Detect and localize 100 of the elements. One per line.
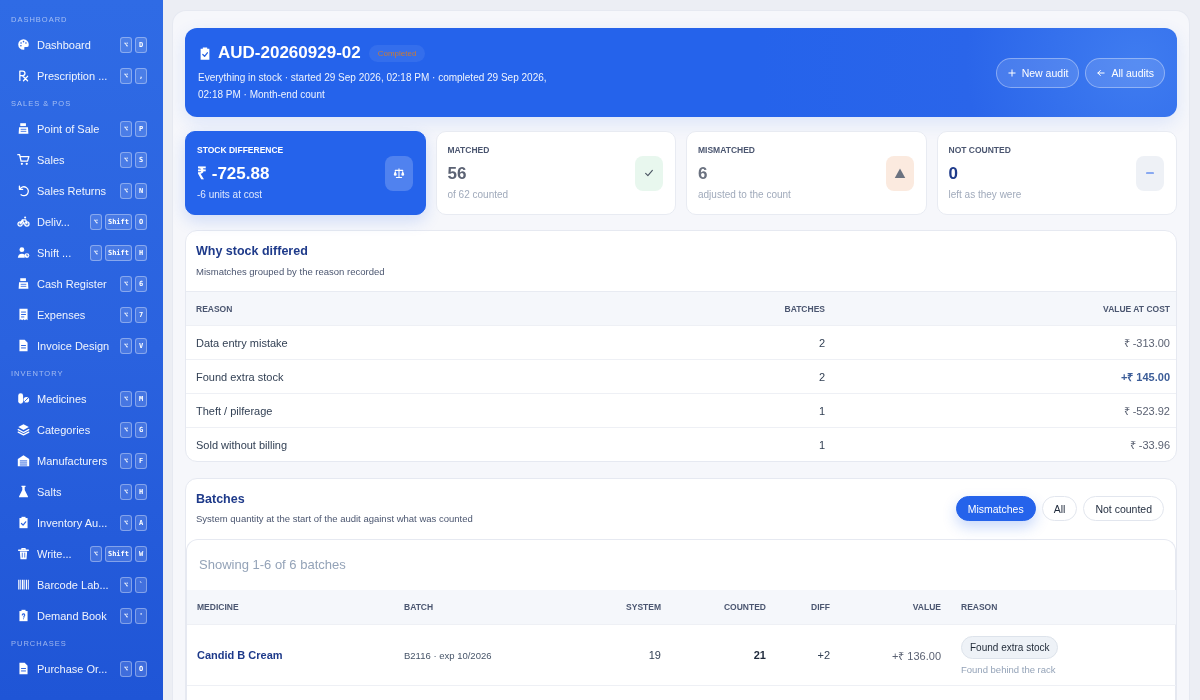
- table-cell: 1: [818, 438, 825, 451]
- check-icon: [635, 155, 663, 191]
- sidebar-item[interactable]: Expenses: [17, 308, 120, 321]
- new-audit-button[interactable]: New audit: [995, 57, 1080, 88]
- sidebar-item[interactable]: Deliv...: [17, 215, 90, 228]
- warehouse-icon: [17, 454, 30, 467]
- table-cell: +₹ 136.00: [891, 649, 941, 662]
- stat-value: ₹ -725.88: [197, 163, 271, 185]
- table-cell: +₹ 145.00: [1120, 371, 1170, 383]
- sidebar-item[interactable]: Write...: [17, 547, 90, 560]
- column-header: COUNTED: [723, 602, 766, 612]
- document-icon: [17, 662, 30, 675]
- sidebar-item[interactable]: Sales: [17, 153, 120, 166]
- user-clock-icon: [17, 246, 30, 259]
- column-header: MEDICINE: [197, 602, 239, 612]
- warning-icon: [885, 155, 914, 191]
- medicine-link[interactable]: Candid B Cream: [197, 649, 283, 661]
- column-header: DIFF: [811, 602, 830, 612]
- stat-value: 6: [698, 163, 709, 185]
- undo-icon: [17, 184, 30, 197]
- stat-note: -6 units at cost: [197, 188, 264, 202]
- cart-icon: [17, 153, 30, 166]
- table-cell: +2: [817, 649, 830, 661]
- card-title: Why stock differed: [196, 243, 309, 259]
- filter-tab[interactable]: Not counted: [1083, 496, 1164, 521]
- sidebar-item[interactable]: Cash Register: [17, 277, 120, 290]
- plus-icon: [1006, 67, 1017, 78]
- layers-icon: [17, 423, 30, 436]
- cash-register-icon: [17, 277, 30, 290]
- stat-label: MISMATCHED: [698, 144, 756, 156]
- filter-tab[interactable]: Mismatches: [955, 496, 1036, 521]
- sidebar-item[interactable]: Barcode Lab...: [17, 578, 120, 591]
- document-icon: [17, 339, 30, 352]
- stat-label: MATCHED: [447, 144, 491, 156]
- column-header: SYSTEM: [626, 602, 661, 612]
- stat-label: STOCK DIFFERENCE: [197, 144, 284, 156]
- table-cell: Theft / pilferage: [196, 404, 273, 417]
- table-cell: 1: [818, 404, 825, 417]
- clipboard-check-icon: [198, 44, 212, 62]
- sidebar-item[interactable]: Medicines: [17, 392, 120, 405]
- back-button[interactable]: All audits: [1085, 57, 1165, 88]
- sidebar-item[interactable]: Purchase Or...: [17, 662, 120, 675]
- sidebar-item[interactable]: Demand Book: [17, 609, 120, 622]
- column-header: VALUE AT COST: [1103, 303, 1170, 314]
- table-cell: 21: [753, 649, 766, 661]
- minus-icon: [1136, 155, 1164, 191]
- stat-value: 0: [948, 163, 959, 185]
- clipboard-check-icon: [17, 516, 30, 529]
- palette-icon: [17, 38, 30, 51]
- table-cell: Found extra stock: [196, 370, 284, 383]
- column-header: REASON: [196, 303, 233, 314]
- card-title: Batches: [196, 491, 246, 507]
- table-cell: ₹ -33.96: [1129, 439, 1170, 451]
- reason-tag: Found extra stock: [961, 635, 1059, 659]
- table-cell: 19: [648, 649, 661, 661]
- clipboard-icon: [17, 609, 30, 622]
- table-cell: 2: [818, 370, 825, 383]
- prescription-icon: [17, 69, 30, 82]
- table-cell: ₹ -523.92: [1123, 405, 1170, 417]
- stat-note: left as they were: [948, 188, 1022, 202]
- sidebar-item[interactable]: Manufacturers: [17, 454, 120, 467]
- arrow-left-icon: [1096, 67, 1107, 78]
- column-header: REASON: [961, 602, 998, 612]
- sidebar-item[interactable]: Point of Sale: [17, 122, 120, 135]
- result-count: Showing 1-6 of 6 batches: [199, 557, 346, 572]
- reason-note: Found behind the rack: [961, 663, 1056, 675]
- stat-note: adjusted to the count: [698, 188, 791, 202]
- receipt-icon: [17, 308, 30, 321]
- audit-description: Everything in stock · started 29 Sep 2026, 02:18 PM · completed 29 Sep 2026, 02:18 PM · Month-end count: [198, 71, 548, 102]
- sidebar-item[interactable]: Inventory Au...: [17, 516, 120, 529]
- pills-icon: [17, 392, 30, 405]
- status-badge: Completed: [368, 44, 426, 62]
- table-cell: Sold without billing: [196, 438, 288, 451]
- stat-note: of 62 counted: [447, 188, 509, 202]
- cash-register-icon: [17, 122, 30, 135]
- flask-icon: [17, 485, 30, 498]
- table-cell: 2: [818, 336, 825, 349]
- stat-value: 56: [447, 163, 468, 185]
- card-subtitle: Mismatches grouped by the reason recorded: [196, 265, 385, 279]
- stat-label: NOT COUNTED: [948, 144, 1012, 156]
- table-cell: Data entry mistake: [196, 336, 288, 349]
- sidebar-item[interactable]: Invoice Design: [17, 339, 120, 352]
- table-cell: B2116 · exp 10/2026: [404, 650, 492, 661]
- column-header: BATCHES: [784, 303, 825, 314]
- audit-title: AUD-20260929-02: [218, 42, 361, 64]
- sidebar-item[interactable]: Shift ...: [17, 246, 90, 259]
- card-subtitle: System quantity at the start of the audit against what was counted: [196, 512, 473, 526]
- barcode-icon: [17, 578, 30, 591]
- sidebar-item[interactable]: Salts: [17, 485, 120, 498]
- trash-icon: [17, 547, 30, 560]
- column-header: VALUE: [912, 602, 941, 612]
- bicycle-icon: [17, 215, 30, 228]
- sidebar-item[interactable]: Dashboard: [17, 38, 120, 51]
- sidebar-item[interactable]: Categories: [17, 423, 120, 436]
- scale-icon: [384, 155, 413, 191]
- table-cell: ₹ -313.00: [1123, 337, 1170, 349]
- sidebar-item[interactable]: Sales Returns: [17, 184, 120, 197]
- filter-tab[interactable]: All: [1041, 496, 1078, 521]
- sidebar-item[interactable]: Prescription ...: [17, 69, 120, 82]
- column-header: BATCH: [404, 602, 434, 612]
